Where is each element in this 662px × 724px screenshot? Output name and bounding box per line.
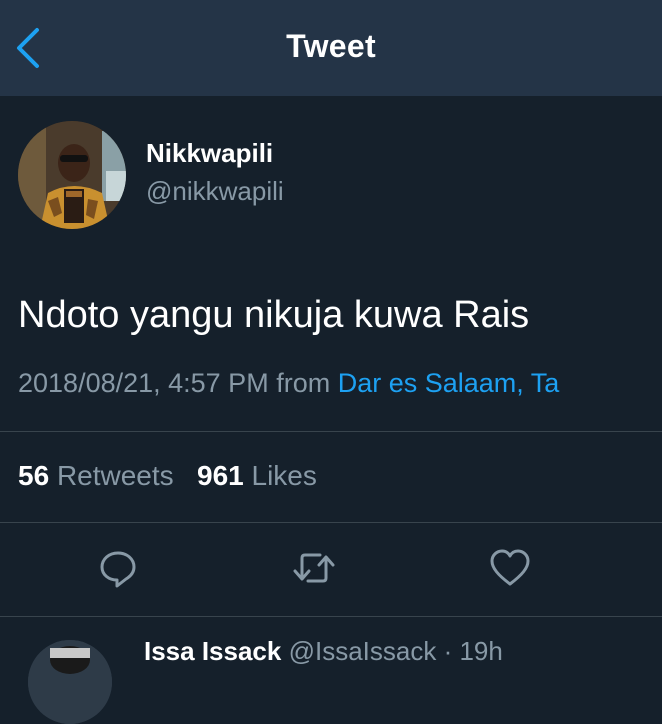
tweet-text: Ndoto yangu nikuja kuwa Rais	[18, 294, 530, 336]
divider	[0, 431, 662, 432]
avatar-image	[18, 121, 126, 229]
reply-display-name: Issa Issack	[144, 636, 282, 666]
author-display-name[interactable]: Nikkwapili	[146, 138, 273, 169]
likes-count: 961	[197, 460, 244, 491]
top-navigation-bar: Tweet	[0, 0, 662, 96]
likes-stat[interactable]: 961 Likes	[197, 460, 317, 491]
reply-icon	[100, 551, 136, 588]
reply-meta: @IssaIssack · 19h	[288, 636, 503, 666]
author-handle[interactable]: @nikkwapili	[146, 176, 284, 207]
divider	[0, 522, 662, 523]
divider	[0, 616, 662, 617]
tweet-timestamp: 2018/08/21, 4:57 PM	[18, 368, 269, 398]
tweet-meta: 2018/08/21, 4:57 PM from Dar es Salaam, …	[18, 368, 559, 399]
like-button[interactable]	[488, 546, 532, 590]
author-avatar[interactable]	[18, 121, 126, 229]
retweet-button[interactable]	[292, 546, 336, 590]
retweet-icon	[293, 553, 335, 583]
reply-avatar-image	[28, 640, 112, 724]
tweet-from-label: from	[276, 368, 331, 398]
retweets-stat[interactable]: 56 Retweets	[18, 460, 174, 491]
reply-author-avatar[interactable]	[28, 640, 112, 724]
likes-label: Likes	[251, 460, 317, 491]
retweets-label: Retweets	[56, 460, 174, 491]
retweets-count: 56	[18, 460, 50, 491]
page-title: Tweet	[286, 28, 376, 64]
tweet-location-link[interactable]: Dar es Salaam, Ta	[338, 368, 560, 398]
heart-icon	[490, 549, 530, 586]
tweet-stats: 56 Retweets 961 Likes	[18, 460, 317, 492]
reply-button[interactable]	[96, 546, 140, 590]
reply-header[interactable]: Issa Issack @IssaIssack · 19h	[144, 636, 503, 667]
